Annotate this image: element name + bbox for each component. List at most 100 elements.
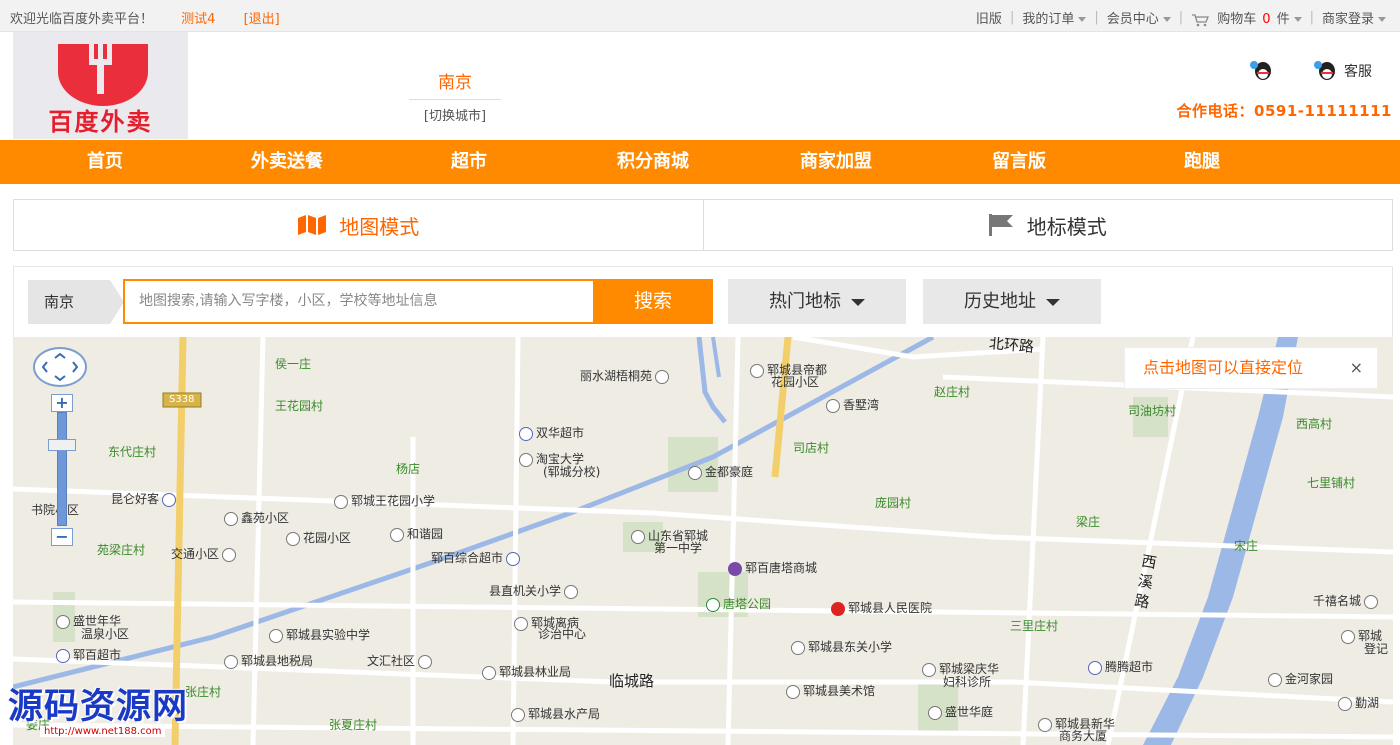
hot-landmarks-dropdown[interactable]: 热门地标 (728, 279, 906, 324)
map-label: 诊治中心 (538, 627, 587, 641)
map-road (510, 337, 521, 745)
map-label-text: 郓城县水产局 (528, 707, 601, 721)
tab-map-mode[interactable]: 地图模式 (14, 200, 703, 250)
tab-landmark-mode[interactable]: 地标模式 (702, 200, 1393, 250)
chevron-down-icon (1378, 17, 1386, 22)
map-label: 文汇社区 (367, 654, 435, 669)
map-label: 郓百综合超市 (431, 551, 523, 566)
poi-icon (750, 363, 764, 378)
logo[interactable]: 百度外卖 (13, 32, 188, 139)
merchant-login-link[interactable]: 商家登录 (1322, 8, 1386, 27)
map-icon (297, 215, 327, 235)
map-road (250, 337, 266, 745)
current-city: 南京 (409, 68, 501, 100)
qq-icon[interactable] (1248, 60, 1276, 82)
welcome-text: 欢迎光临百度外卖平台！ (10, 12, 154, 27)
username-link[interactable]: 测试4 (181, 12, 215, 27)
pan-control[interactable] (33, 347, 87, 387)
poi-icon (688, 465, 702, 480)
old-version-link[interactable]: 旧版 (976, 8, 1002, 27)
map-label: 花园小区 (283, 531, 351, 546)
map-label: 郓城县美术馆 (783, 684, 875, 699)
map-label-text: 郓城梁庆华 (939, 662, 1000, 676)
zoom-in-button[interactable]: + (51, 394, 73, 412)
nav-item-supermarket[interactable]: 超市 (451, 140, 487, 184)
merchant-login-label: 商家登录 (1321, 12, 1374, 27)
logout-link[interactable]: [退出] (244, 12, 280, 27)
map-label: 西高村 (1296, 417, 1333, 431)
poi-icon (334, 494, 348, 509)
close-icon[interactable]: × (1350, 348, 1363, 388)
search-city-label: 南京 (28, 280, 110, 324)
map-label-text: 丽水湖梧桐苑 (580, 369, 653, 383)
map-label-text: 淘宝大学 (536, 452, 585, 466)
zoom-slider-handle[interactable] (48, 439, 76, 451)
nav-item-points-mall[interactable]: 积分商城 (617, 140, 689, 184)
cart-unit: 件 (1276, 12, 1290, 27)
map-label-text: 金都豪庭 (705, 465, 754, 479)
my-orders-link[interactable]: 我的订单 (1022, 8, 1087, 27)
poi-icon (482, 665, 496, 680)
cart-link[interactable]: 购物车 0 件 (1191, 8, 1302, 27)
poi-icon (222, 547, 237, 562)
map-label: 双华超市 (516, 426, 584, 441)
map-label-text: 和谐园 (407, 527, 444, 541)
poi-icon (269, 628, 283, 643)
map-label-text: 腾腾超市 (1105, 660, 1154, 674)
map-label: 县直机关小学 (489, 584, 581, 599)
map-label: 郓城县地税局 (221, 654, 313, 669)
map-label: 司油坊村 (1128, 404, 1177, 418)
poi-icon (1268, 672, 1282, 687)
history-address-dropdown[interactable]: 历史地址 (923, 279, 1101, 324)
poi-icon (1364, 594, 1379, 609)
map-label-text: 郓城县地税局 (241, 654, 314, 668)
history-address-label: 历史地址 (964, 291, 1036, 312)
header: 百度外卖 南京 [切换城市] 客服 合作电话：0591-11111111 (0, 32, 1400, 140)
nav-item-message-board[interactable]: 留言版 (992, 140, 1046, 184)
chevron-down-icon (1046, 298, 1060, 306)
zoom-out-button[interactable]: − (51, 528, 73, 546)
map-search-input[interactable]: 地图搜索,请输入写字楼，小区，学校等地址信息 (123, 279, 593, 324)
map-tip: 点击地图可以直接定位 × (1124, 347, 1378, 389)
map-label: 郓城王花园小学 (331, 494, 435, 509)
member-center-link[interactable]: 会员中心 (1107, 8, 1171, 27)
map-label: 交通小区 (171, 547, 239, 562)
map-label: 张庄村 (185, 685, 222, 699)
map-label: 杨店 (396, 462, 421, 476)
nav-item-delivery[interactable]: 外卖送餐 (251, 140, 323, 184)
map-canal (696, 337, 727, 424)
map-label: 宋庄 (1234, 539, 1259, 553)
member-center-label: 会员中心 (1106, 12, 1159, 27)
map-label: 侯一庄 (275, 357, 312, 371)
map-canvas[interactable]: S338 侯一庄 王花园村 东代庄村 杨店 书院小区 昆仑好客 鑫苑小区 苑梁庄… (13, 337, 1393, 745)
map-label: 温泉小区 (81, 627, 130, 641)
poi-icon (655, 369, 670, 384)
cart-icon (1192, 13, 1210, 26)
map-label: 书院小区 (31, 503, 80, 517)
switch-city-link[interactable]: [切换城市] (395, 105, 515, 124)
map-canal (13, 337, 935, 690)
zoom-control: + − (33, 347, 87, 546)
map-label-text: 文汇社区 (367, 654, 416, 668)
map-label-text: 鑫苑小区 (241, 511, 290, 525)
poi-icon (162, 492, 177, 507)
service-link[interactable]: 客服 (1344, 61, 1372, 81)
map-label: 郓城县水产局 (508, 707, 600, 722)
map-label: 郓百唐塔商城 (725, 561, 817, 576)
poi-icon (390, 527, 404, 542)
map-label-text: 双华超市 (536, 426, 585, 440)
map-label-text: 郓城县实验中学 (286, 628, 371, 642)
map-label-text: 千禧名城 (1313, 594, 1362, 608)
separator: | (1309, 10, 1314, 25)
search-button[interactable]: 搜索 (593, 279, 713, 324)
nav-item-errand[interactable]: 跑腿 (1184, 140, 1220, 184)
cart-label: 购物车 (1217, 12, 1257, 27)
map-label: 东代庄村 (108, 445, 157, 459)
nav-item-merchant-join[interactable]: 商家加盟 (800, 140, 872, 184)
map-label: 郓城县实验中学 (266, 628, 370, 643)
qq-icon[interactable] (1312, 60, 1340, 82)
poi-icon (1038, 717, 1052, 732)
zoom-slider[interactable] (57, 412, 67, 526)
poi-icon (224, 511, 238, 526)
nav-item-home[interactable]: 首页 (87, 140, 123, 184)
